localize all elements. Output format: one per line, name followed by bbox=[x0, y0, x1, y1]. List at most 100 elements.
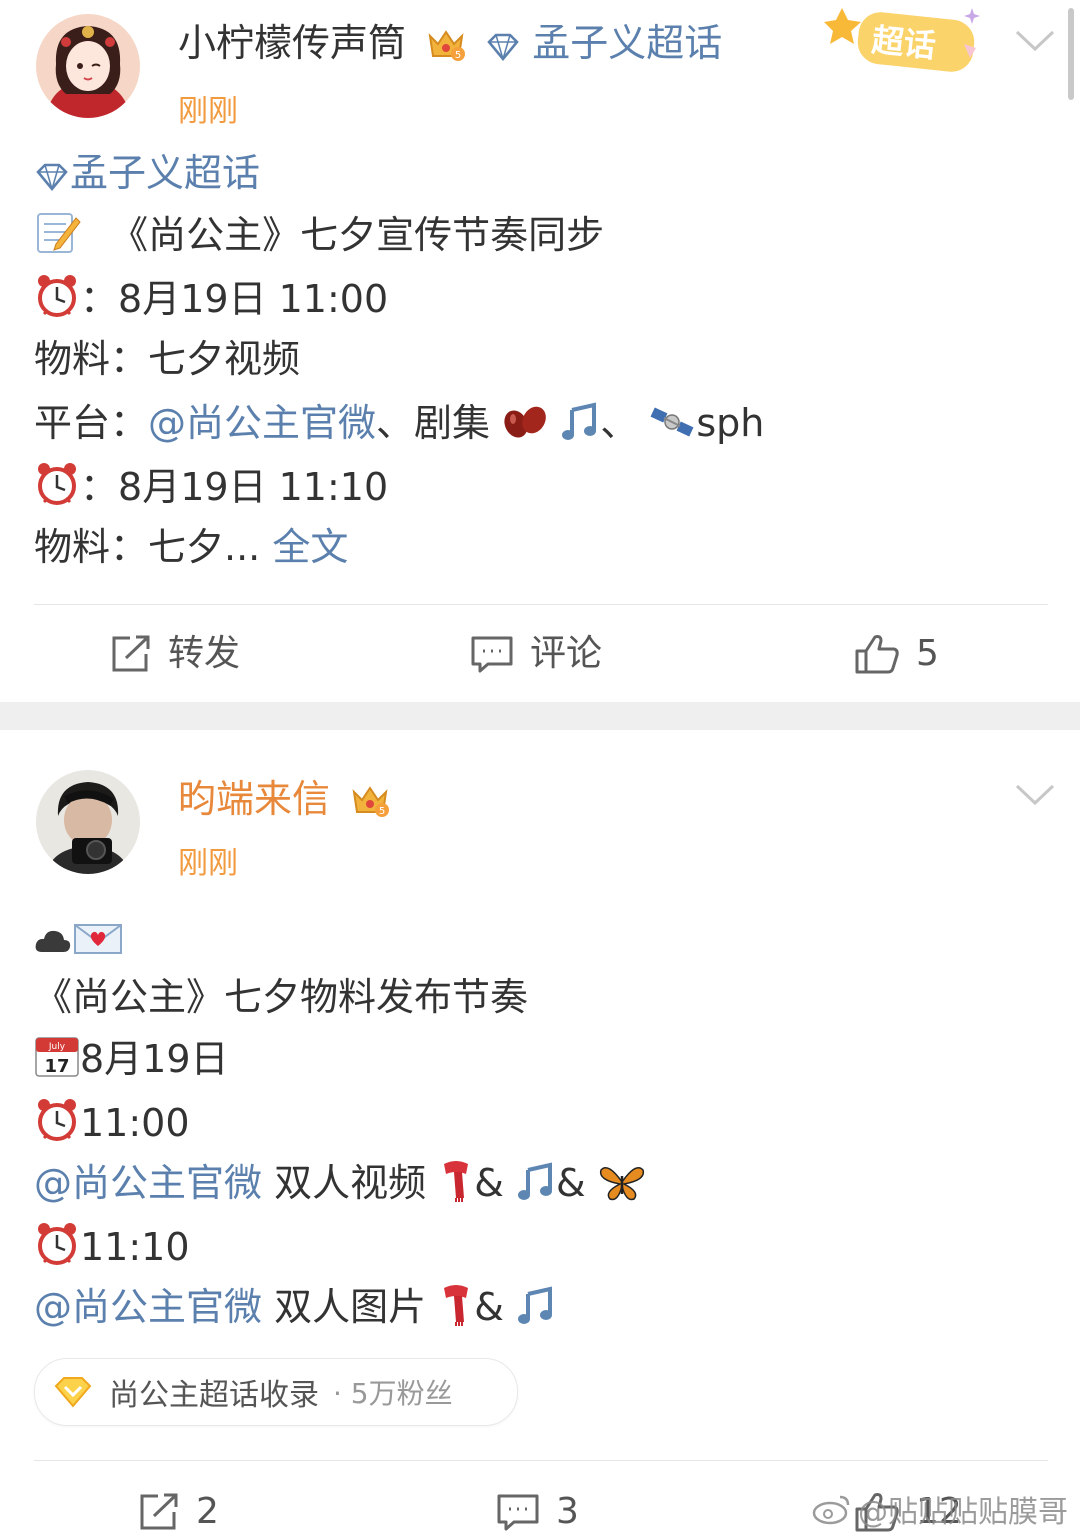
post-header: 昀端来信 5 bbox=[178, 776, 390, 822]
scarf-icon bbox=[444, 1285, 469, 1326]
post-title: 《尚公主》七夕宣传节奏同步 bbox=[110, 213, 605, 257]
super-topic-badge[interactable]: 超话 bbox=[824, 4, 990, 76]
avatar-illustration bbox=[36, 14, 140, 118]
chip-fans: · 5万粉丝 bbox=[333, 1377, 453, 1410]
alarm-clock-icon bbox=[38, 463, 76, 505]
post-card-2: 昀端来信 5 刚刚 《尚公主》七夕物料发布节奏 July 17 8月19日 11… bbox=[0, 730, 1080, 1537]
calendar-day: 17 bbox=[44, 1056, 69, 1077]
repost-icon bbox=[140, 1493, 178, 1530]
release-desc: 双人图片 bbox=[262, 1285, 427, 1329]
repost-button[interactable]: 转发 bbox=[110, 632, 240, 676]
repost-count: 2 bbox=[196, 1491, 219, 1532]
amp: & bbox=[474, 1285, 504, 1329]
crown-icon: 5 bbox=[352, 786, 390, 817]
time-line-1: ：8月19日 11:00 bbox=[34, 272, 388, 324]
time-line-1: 11:00 bbox=[34, 1096, 190, 1148]
material-truncated: 物料：七夕... bbox=[34, 525, 273, 569]
chevron-down-icon[interactable] bbox=[1014, 28, 1056, 54]
mention-link[interactable]: @尚公主官微 bbox=[34, 1161, 262, 1205]
scrollbar[interactable] bbox=[1068, 8, 1074, 100]
butterfly-icon bbox=[599, 1167, 644, 1201]
diamond-icon bbox=[54, 1377, 92, 1408]
platform-sph: sph bbox=[696, 401, 765, 445]
music-note-icon bbox=[517, 1162, 552, 1200]
super-topic-chip[interactable]: 尚公主超话收录 · 5万粉丝 bbox=[34, 1358, 518, 1426]
like-count: 5 bbox=[916, 633, 939, 674]
post-card-1: 小柠檬传声筒 5 孟子义超话 刚刚 超话 孟子义超话 《尚公主》七夕宣传节奏同步… bbox=[0, 0, 1080, 702]
schedule-time: 11:10 bbox=[80, 1225, 190, 1269]
colon: ： bbox=[80, 465, 119, 509]
svg-text:5: 5 bbox=[379, 806, 385, 817]
release-line-1: @尚公主官微 双人视频 & & bbox=[34, 1158, 646, 1208]
post-title: 《尚公主》七夕物料发布节奏 bbox=[34, 975, 529, 1019]
calendar-month: July bbox=[48, 1042, 66, 1052]
platform-separator: 、 bbox=[600, 401, 639, 445]
material-line-2: 物料：七夕... 全文 bbox=[34, 522, 348, 572]
comment-count: 3 bbox=[556, 1491, 579, 1532]
title-line: 《尚公主》七夕宣传节奏同步 bbox=[34, 210, 604, 260]
schedule-date: 8月19日 bbox=[80, 1037, 229, 1081]
mention-link[interactable]: @尚公主官微 bbox=[148, 401, 376, 445]
schedule-time: 8月19日 11:10 bbox=[118, 465, 389, 509]
watermark-text: @贴贴贴贴膜哥 bbox=[858, 1495, 1068, 1530]
schedule-time: 11:00 bbox=[80, 1101, 190, 1145]
post-time: 刚刚 bbox=[178, 846, 238, 881]
weibo-logo-icon bbox=[812, 1495, 850, 1525]
feed-separator bbox=[0, 702, 1080, 730]
alarm-clock-icon bbox=[38, 275, 76, 317]
post-time: 刚刚 bbox=[178, 94, 238, 129]
time-line-2: ：8月19日 11:10 bbox=[34, 460, 388, 512]
avatar[interactable] bbox=[36, 14, 140, 118]
schedule-time: 8月19日 11:00 bbox=[118, 277, 389, 321]
diamond-icon bbox=[36, 163, 68, 192]
username[interactable]: 昀端来信 bbox=[178, 777, 330, 821]
colon: ： bbox=[80, 277, 119, 321]
release-desc: 双人视频 bbox=[262, 1161, 427, 1205]
music-note-icon bbox=[517, 1286, 552, 1324]
comment-icon bbox=[471, 636, 513, 673]
music-note-icon bbox=[562, 402, 597, 440]
comment-button[interactable]: 3 bbox=[496, 1490, 579, 1534]
like-button[interactable]: 5 bbox=[854, 632, 939, 676]
platform-label: 平台： bbox=[34, 401, 149, 445]
memo-icon bbox=[37, 213, 81, 253]
comment-button[interactable]: 评论 bbox=[470, 632, 602, 676]
scarf-icon bbox=[444, 1161, 469, 1202]
date-line: July 17 8月19日 bbox=[34, 1034, 229, 1084]
alarm-clock-icon bbox=[38, 1223, 76, 1265]
crown-icon: 5 bbox=[428, 30, 466, 61]
repost-label: 转发 bbox=[168, 633, 241, 674]
post-header: 小柠檬传声筒 5 孟子义超话 bbox=[178, 20, 722, 66]
diamond-icon bbox=[487, 33, 519, 62]
release-line-2: @尚公主官微 双人图片 & bbox=[34, 1282, 556, 1332]
alarm-clock-icon bbox=[38, 1099, 76, 1141]
mention-link[interactable]: @尚公主官微 bbox=[34, 1285, 262, 1329]
avatar[interactable] bbox=[36, 770, 140, 874]
calendar-icon: July 17 bbox=[35, 1037, 79, 1077]
beans-icon bbox=[504, 406, 546, 438]
love-letter-icon bbox=[74, 924, 122, 954]
full-text-link[interactable]: 全文 bbox=[272, 525, 348, 569]
chip-title: 尚公主超话收录 bbox=[109, 1378, 319, 1413]
username[interactable]: 小柠檬传声筒 bbox=[178, 21, 406, 65]
comment-icon bbox=[497, 1494, 539, 1531]
comment-label: 评论 bbox=[530, 633, 603, 674]
avatar-photo bbox=[36, 770, 140, 874]
svg-text:5: 5 bbox=[455, 50, 461, 61]
platform-separator: 、剧集 bbox=[376, 401, 491, 445]
watermark: @贴贴贴贴膜哥 bbox=[812, 1487, 1068, 1531]
repost-button[interactable]: 2 bbox=[138, 1490, 219, 1534]
satellite-icon bbox=[650, 407, 694, 437]
badge-label: 超话 bbox=[869, 20, 938, 66]
divider bbox=[34, 1460, 1048, 1461]
like-icon bbox=[855, 635, 899, 674]
chevron-down-icon[interactable] bbox=[1014, 782, 1056, 808]
repost-icon bbox=[112, 635, 150, 672]
amp: & bbox=[474, 1161, 504, 1205]
topic-link[interactable]: 孟子义超话 bbox=[70, 151, 260, 195]
divider bbox=[34, 604, 1048, 605]
platform-line: 平台：@尚公主官微、剧集 、 sph bbox=[34, 398, 764, 448]
topic-line: 孟子义超话 bbox=[34, 148, 260, 198]
amp: & bbox=[555, 1161, 586, 1205]
topic-link[interactable]: 孟子义超话 bbox=[532, 21, 722, 65]
